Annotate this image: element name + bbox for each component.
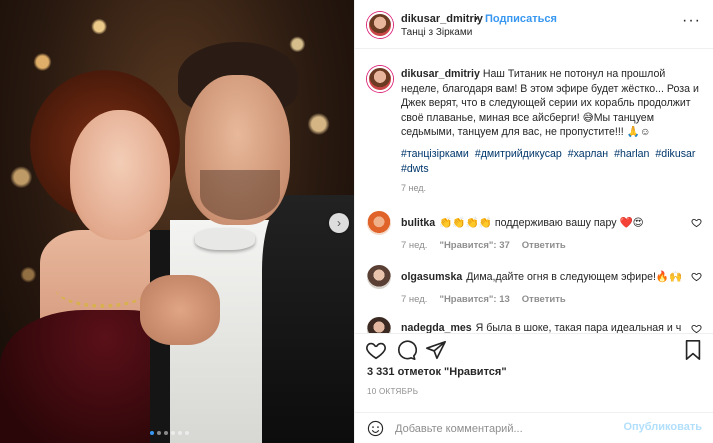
comment-time: 7 нед.: [401, 240, 428, 251]
carousel-dots: [150, 431, 189, 435]
comment-input[interactable]: [395, 419, 625, 438]
photo-necklace: [55, 268, 150, 308]
comment-body: olgasumska Дима,дайте огня в следующем эф…: [401, 270, 681, 283]
comments-list[interactable]: dikusar_dmitriy Наш Титаник не потонул н…: [355, 50, 713, 333]
comment-reply-button[interactable]: Ответить: [522, 240, 566, 251]
post-header: dikusar_dmitriy • Подписаться Танці з Зі…: [355, 0, 713, 49]
carousel-dot: [150, 431, 154, 435]
comment-text: Дима,дайте огня в следующем эфире!🔥🙌: [466, 271, 681, 283]
post-photo[interactable]: ›: [0, 0, 354, 443]
carousel-next-icon[interactable]: ›: [329, 213, 349, 233]
comment-meta: 7 нед. "Нравится": 37 Ответить: [401, 240, 566, 251]
comment-time: 7 нед.: [401, 294, 428, 305]
comment-text: 👏👏👏👏 поддерживаю вашу пару ❤️😍: [439, 217, 644, 229]
commenter-username[interactable]: olgasumska: [401, 271, 462, 283]
carousel-dot: [157, 431, 161, 435]
hashtag-link[interactable]: #харлан: [568, 148, 608, 160]
comment-body: nadegda_mes Я была в шоке, такая пара иде…: [401, 322, 681, 333]
comment-item: nadegda_mes Я была в шоке, такая пара иде…: [355, 317, 713, 333]
add-comment-bar: Опубликовать: [355, 412, 713, 443]
post-location[interactable]: Танці з Зірками: [401, 27, 472, 38]
carousel-dot: [164, 431, 168, 435]
comment-meta: 7 нед. "Нравится": 13 Ответить: [401, 294, 566, 305]
heart-outline-icon[interactable]: [691, 271, 702, 282]
heart-outline-icon[interactable]: [691, 323, 702, 333]
heart-outline-icon[interactable]: [691, 217, 702, 228]
save-bookmark-icon[interactable]: [682, 339, 704, 361]
publish-comment-button[interactable]: Опубликовать: [623, 421, 702, 433]
caption-time: 7 нед.: [401, 183, 427, 193]
comment-item: bulitka 👏👏👏👏 поддерживаю вашу пару ❤️😍 7 …: [355, 211, 713, 261]
comment-likes-link[interactable]: "Нравится": 13: [439, 294, 509, 305]
photo-woman-face: [70, 110, 170, 240]
post-side-panel: dikusar_dmitriy • Подписаться Танці з Зі…: [354, 0, 713, 443]
caption-avatar[interactable]: [367, 66, 393, 92]
photo-hand: [140, 275, 220, 345]
more-options-icon[interactable]: ···: [682, 12, 701, 30]
photo-bow-tie: [195, 228, 255, 250]
comment-likes-link[interactable]: "Нравится": 37: [439, 240, 509, 251]
caption-username[interactable]: dikusar_dmitriy: [401, 68, 480, 80]
carousel-dot: [178, 431, 182, 435]
emoji-smiley-icon[interactable]: [367, 420, 384, 437]
hashtag-link[interactable]: #танцізірками: [401, 148, 469, 160]
post-date: 10 ОКТЯБРЬ: [367, 387, 419, 396]
post-actions-bar: [355, 333, 713, 363]
carousel-dot: [185, 431, 189, 435]
comment-bubble-icon[interactable]: [395, 339, 417, 361]
comment-reply-button[interactable]: Ответить: [522, 294, 566, 305]
carousel-dot: [171, 431, 175, 435]
commenter-username[interactable]: nadegda_mes: [401, 322, 472, 333]
follow-button[interactable]: Подписаться: [485, 13, 557, 25]
commenter-avatar[interactable]: [367, 317, 391, 333]
hashtag-link[interactable]: #дмитрийдикусар: [475, 148, 562, 160]
comment-item: olgasumska Дима,дайте огня в следующем эф…: [355, 265, 713, 315]
hashtag-link[interactable]: #harlan: [614, 148, 649, 160]
hashtag-link[interactable]: #dwts: [401, 163, 429, 175]
comment-body: bulitka 👏👏👏👏 поддерживаю вашу пару ❤️😍: [401, 216, 681, 229]
caption-hashtags: #танцізірками #дмитрийдикусар #харлан #h…: [401, 147, 701, 176]
commenter-username[interactable]: bulitka: [401, 217, 435, 229]
caption-body: dikusar_dmitriy Наш Титаник не потонул н…: [401, 67, 701, 140]
header-separator: •: [474, 13, 478, 25]
comment-text: Я была в шоке, такая пара идеальная и чу…: [475, 322, 681, 333]
photo-man-beard: [200, 170, 280, 220]
commenter-avatar[interactable]: [367, 211, 391, 235]
likes-count[interactable]: 3 331 отметок "Нравится": [367, 366, 507, 378]
commenter-avatar[interactable]: [367, 265, 391, 289]
hashtag-link[interactable]: #dikusar: [655, 148, 695, 160]
author-avatar[interactable]: [367, 12, 393, 38]
like-heart-icon[interactable]: [365, 339, 387, 361]
share-send-icon[interactable]: [425, 339, 447, 361]
author-username[interactable]: dikusar_dmitriy: [401, 13, 483, 25]
